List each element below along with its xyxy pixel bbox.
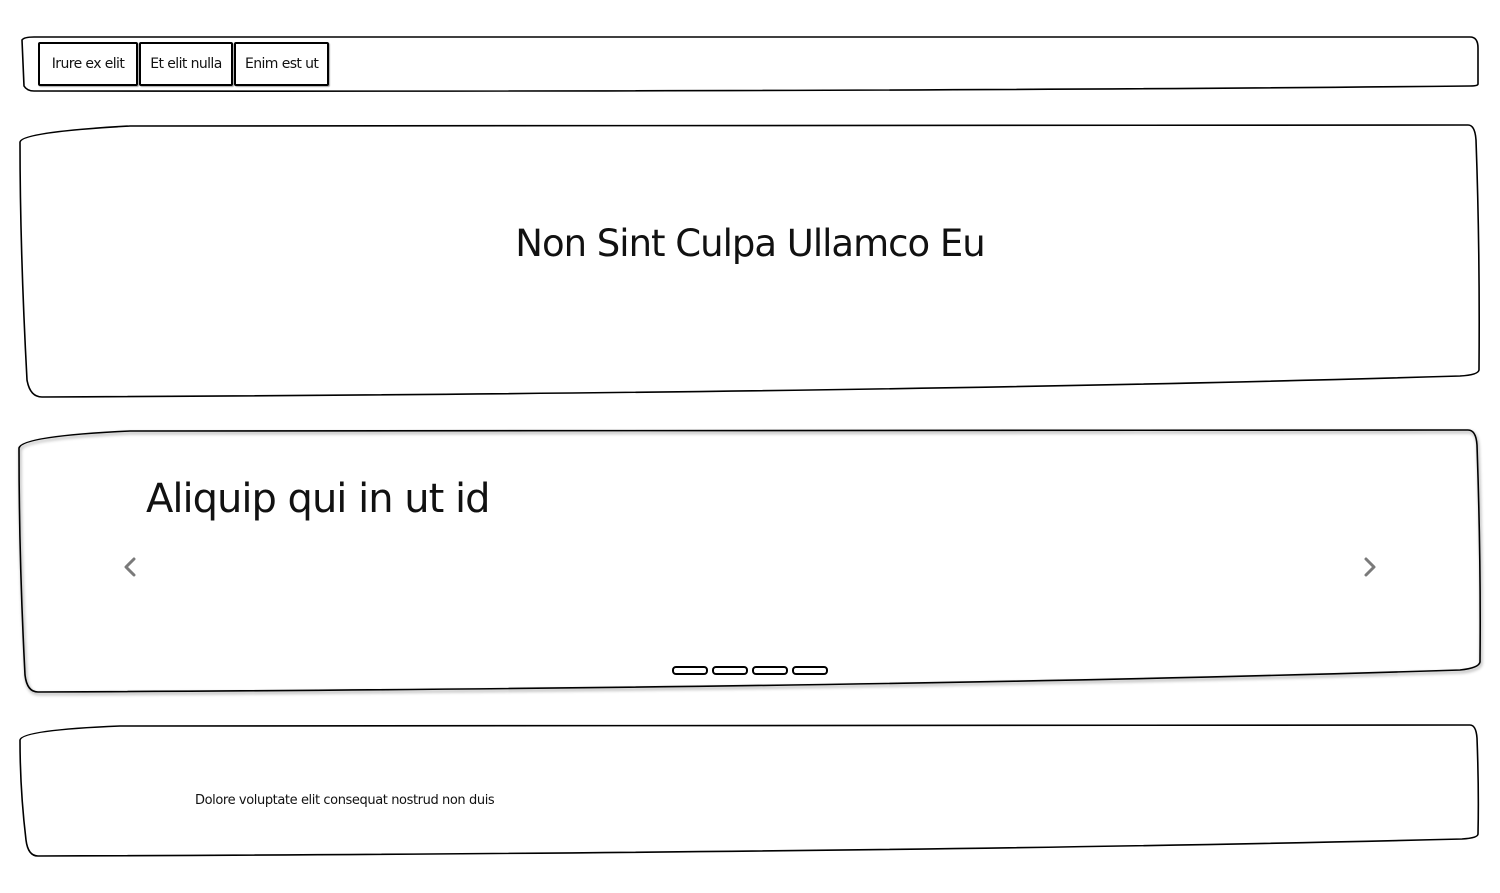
nav-button-et-elit-nulla[interactable]: Et elit nulla — [139, 42, 233, 86]
carousel-indicator-1[interactable] — [672, 666, 708, 675]
page: Irure ex elit Et elit nulla Enim est ut … — [0, 0, 1500, 893]
nav-button-enim-est-ut[interactable]: Enim est ut — [234, 42, 329, 86]
chevron-right-icon — [1364, 557, 1376, 577]
top-nav: Irure ex elit Et elit nulla Enim est ut — [38, 42, 330, 86]
carousel-indicator-2[interactable] — [712, 666, 748, 675]
carousel-slide-title: Aliquip qui in ut id — [146, 476, 491, 522]
carousel-prev-button[interactable] — [118, 552, 142, 582]
chevron-left-icon — [124, 557, 136, 577]
nav-button-irure-ex-elit[interactable]: Irure ex elit — [38, 42, 138, 86]
footer-text: Dolore voluptate elit consequat nostrud … — [195, 793, 495, 808]
hero-title: Non Sint Culpa Ullamco Eu — [515, 222, 985, 265]
carousel-indicators — [672, 666, 832, 675]
panel-outlines — [18, 36, 1481, 857]
carousel-indicator-4[interactable] — [792, 666, 828, 675]
carousel-next-button[interactable] — [1358, 552, 1382, 582]
footer-panel-outline — [19, 724, 1480, 857]
carousel-indicator-3[interactable] — [752, 666, 788, 675]
carousel-panel-outline — [18, 429, 1481, 693]
